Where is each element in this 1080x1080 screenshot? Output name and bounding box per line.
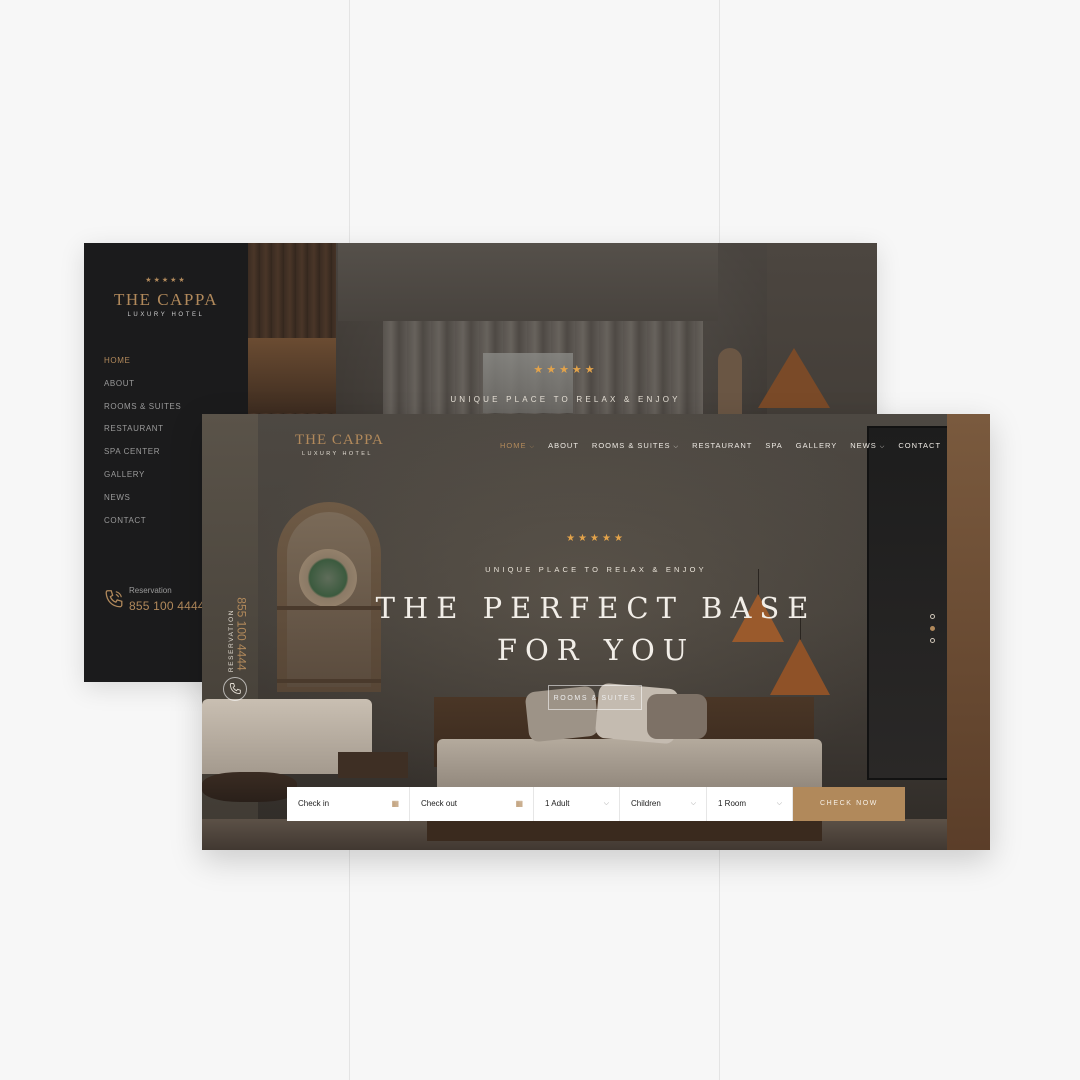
chevron-down-icon: ⌵: [529, 444, 536, 450]
sidebar-item-rooms-suites[interactable]: ROOMS & SUITES: [104, 401, 181, 424]
hero-title: THE PERFECT BASE FOR YOU: [202, 587, 990, 671]
slider-dot-active[interactable]: [930, 626, 935, 631]
calendar-icon: ▦: [391, 799, 399, 808]
children-select[interactable]: Children ⌵: [620, 787, 707, 821]
phone-icon: [105, 590, 123, 608]
nav-label: GALLERY: [795, 441, 838, 450]
nav-item-news[interactable]: NEWS ⌵: [850, 441, 885, 451]
vertical-reservation-phone[interactable]: 855 100 4444: [235, 597, 249, 670]
sidebar-item-about[interactable]: ABOUT: [104, 378, 181, 401]
sidebar-logo[interactable]: THE CAPPA: [84, 290, 248, 310]
hero-stars: ★★★★★: [566, 533, 626, 544]
bed-base: [427, 819, 822, 841]
rooms-select[interactable]: 1 Room ⌵: [707, 787, 793, 821]
nav-label: RESTAURANT: [692, 441, 753, 450]
check-out-field[interactable]: Check out ▦: [410, 787, 534, 821]
reservation-label: Reservation: [129, 586, 172, 595]
sidebar-item-gallery[interactable]: GALLERY: [104, 469, 181, 492]
chevron-down-icon: ⌵: [673, 444, 680, 450]
chevron-down-icon: ⌵: [603, 800, 609, 807]
arch: [718, 348, 742, 423]
check-now-button[interactable]: CHECK NOW: [793, 787, 905, 821]
nav-item-gallery[interactable]: GALLERY: [796, 441, 837, 451]
chevron-down-icon: ⌵: [879, 444, 886, 450]
adults-value: 1 Adult: [545, 799, 570, 808]
children-value: Children: [631, 799, 661, 808]
nav-label: CONTACT: [898, 441, 942, 450]
slider-dot[interactable]: [930, 638, 935, 643]
nav-item-about[interactable]: ABOUT: [548, 441, 579, 451]
reservation-phone[interactable]: 855 100 4444: [129, 599, 205, 613]
slider-dots: [930, 614, 935, 650]
nav-label: HOME: [500, 441, 527, 450]
sidebar-nav: HOME ABOUT ROOMS & SUITES RESTAURANT SPA…: [104, 355, 181, 537]
header-logo[interactable]: THE CAPPA: [295, 432, 384, 449]
sidebar-item-restaurant[interactable]: RESTAURANT: [104, 423, 181, 446]
hero-title-line2: FOR YOU: [496, 633, 696, 667]
ceiling: [338, 243, 718, 321]
check-in-field[interactable]: Check in ▦: [287, 787, 410, 821]
hero-title-line1: THE PERFECT BASE: [375, 591, 817, 625]
logo-stars: ★★★★★: [145, 276, 187, 284]
niche-shelf: [277, 679, 381, 683]
pillow: [647, 694, 707, 739]
phone-glyph: [229, 683, 241, 695]
nav-item-restaurant[interactable]: RESTAURANT: [692, 441, 752, 451]
check-in-label: Check in: [298, 799, 330, 808]
check-out-label: Check out: [421, 799, 458, 808]
hero-tagline: UNIQUE PLACE TO RELAX & ENJOY: [485, 565, 707, 574]
vertical-reservation: RESERVATION 855 100 4444: [220, 582, 260, 702]
hero-layout-screenshot: THE CAPPA LUXURY HOTEL HOME ⌵ ABOUT ROOMS…: [202, 414, 990, 850]
nav-item-home[interactable]: HOME ⌵: [500, 441, 535, 451]
nav-item-rooms-suites[interactable]: ROOMS & SUITES ⌵: [592, 441, 679, 451]
nav-label: ABOUT: [548, 441, 579, 450]
nav-label: NEWS: [850, 441, 877, 450]
nav-label: ROOMS & SUITES: [591, 441, 671, 450]
nightstand: [338, 752, 408, 778]
nav-item-contact[interactable]: CONTACT: [898, 441, 941, 451]
sidebar-item-spa-center[interactable]: SPA CENTER: [104, 446, 181, 469]
window: [483, 353, 573, 413]
sidebar-item-news[interactable]: NEWS: [104, 492, 181, 515]
rooms-suites-button[interactable]: ROOMS & SUITES: [548, 685, 642, 710]
slider-dot[interactable]: [930, 614, 935, 619]
sidebar-logo-subtitle: LUXURY HOTEL: [127, 312, 205, 318]
sidebar-item-home[interactable]: HOME: [104, 355, 181, 378]
adults-select[interactable]: 1 Adult ⌵: [534, 787, 620, 821]
header-nav: HOME ⌵ ABOUT ROOMS & SUITES ⌵ RESTAURANT S…: [500, 441, 954, 451]
chevron-down-icon: ⌵: [690, 800, 696, 807]
nav-label: SPA: [765, 441, 783, 450]
calendar-icon: ▦: [515, 799, 523, 808]
sidebar-item-contact[interactable]: CONTACT: [104, 515, 181, 538]
chevron-down-icon: ⌵: [776, 800, 782, 807]
nav-item-spa[interactable]: SPA: [765, 441, 782, 451]
booking-bar: Check in ▦ Check out ▦ 1 Adult ⌵ Childre…: [287, 787, 905, 821]
rooms-value: 1 Room: [718, 799, 747, 808]
phone-icon[interactable]: [223, 677, 247, 701]
side-table: [202, 772, 297, 802]
header-logo-subtitle: LUXURY HOTEL: [302, 451, 373, 457]
